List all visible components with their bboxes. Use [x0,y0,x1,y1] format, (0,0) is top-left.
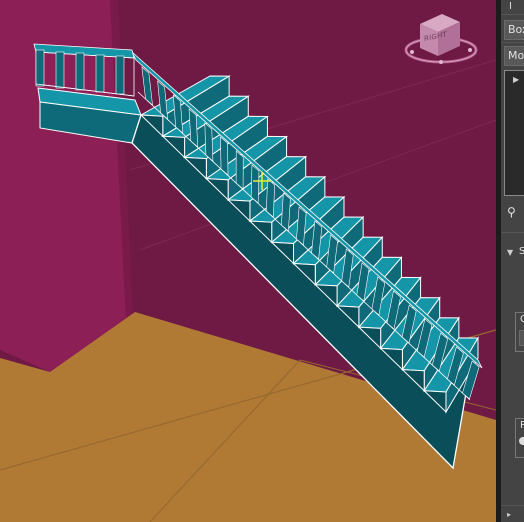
spinner-field[interactable] [519,330,524,346]
divider [501,14,524,15]
command-panel: I Box Mod ▶ ⚲ ▼ S C P ▸ [501,0,524,522]
divider [501,232,524,233]
expand-arrow-icon[interactable]: ▶ [513,75,519,84]
divider [501,505,524,506]
divider [501,42,524,43]
group-label: C [520,314,524,325]
modifier-list-dropdown[interactable]: Mod [504,46,524,66]
baluster[interactable] [204,122,214,162]
rollout-label: S [519,246,524,257]
rollout-collapse-icon[interactable]: ▼ [507,248,513,257]
pin-stack-icon[interactable]: ⚲ [507,205,516,219]
3d-viewport[interactable]: RIGHT [0,0,496,522]
modifier-stack-list[interactable]: ▶ [504,70,524,196]
rollout-expand-icon[interactable]: ▸ [507,510,511,519]
baluster[interactable] [250,164,260,204]
group-label: P [520,420,524,431]
command-panel-top-label[interactable]: I [509,1,512,12]
baluster[interactable] [235,150,244,190]
scene-canvas[interactable] [0,0,496,522]
baluster[interactable] [265,178,275,218]
baluster[interactable] [220,136,229,176]
viewcube-icon[interactable] [404,10,480,74]
object-type-dropdown[interactable]: Box [504,20,524,40]
radio-button[interactable] [519,437,524,445]
